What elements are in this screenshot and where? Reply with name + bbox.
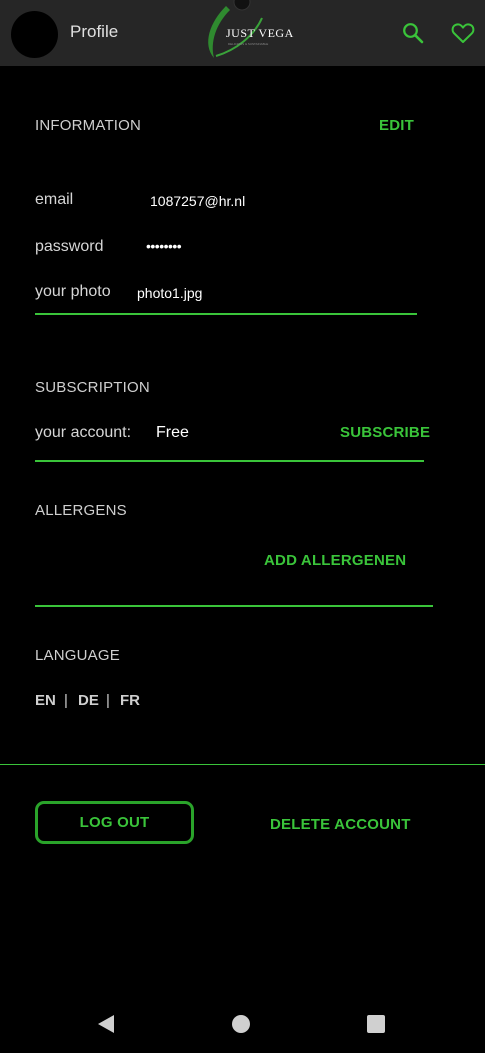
recent-apps-icon[interactable] — [367, 1015, 385, 1033]
edit-button[interactable]: EDIT — [379, 117, 414, 134]
heart-icon[interactable] — [451, 22, 475, 44]
language-option-de[interactable]: DE — [78, 692, 99, 709]
back-icon[interactable] — [96, 1014, 116, 1034]
logo-tagline: DELICIOUS & SUSTAINABLE — [228, 42, 269, 46]
avatar[interactable] — [11, 11, 58, 58]
search-icon[interactable] — [402, 22, 424, 44]
subscription-underline — [35, 460, 424, 462]
language-separator: | — [64, 692, 68, 709]
add-allergens-button[interactable]: ADD ALLERGENEN — [264, 552, 406, 569]
page-title: Profile — [70, 22, 119, 41]
language-separator: | — [106, 692, 110, 709]
allergens-underline — [35, 605, 433, 607]
information-underline — [35, 313, 417, 315]
top-app-bar: Profile JUST VEGA DELICIOUS & SUSTAINABL… — [0, 0, 485, 66]
photo-value: photo1.jpg — [137, 285, 203, 301]
photo-label: your photo — [35, 283, 111, 300]
email-value: 1087257@hr.nl — [150, 193, 246, 209]
delete-account-button[interactable]: DELETE ACCOUNT — [270, 816, 411, 833]
password-label: password — [35, 238, 104, 255]
logo-text: JUST VEGA — [226, 26, 294, 40]
subscription-title: SUBSCRIPTION — [35, 379, 150, 396]
information-title: INFORMATION — [35, 117, 142, 134]
allergens-title: ALLERGENS — [35, 502, 127, 519]
section-divider — [0, 764, 485, 765]
home-icon[interactable] — [232, 1015, 250, 1033]
password-value: •••••••• — [146, 238, 182, 254]
profile-screen: Profile JUST VEGA DELICIOUS & SUSTAINABL… — [0, 0, 485, 1053]
language-option-fr[interactable]: FR — [120, 692, 140, 709]
subscribe-button[interactable]: SUBSCRIBE — [340, 424, 430, 441]
account-value: Free — [156, 424, 189, 441]
email-label: email — [35, 191, 74, 208]
account-label: your account: — [35, 424, 132, 441]
language-title: LANGUAGE — [35, 647, 120, 664]
language-option-en[interactable]: EN — [35, 692, 56, 709]
logout-button[interactable]: LOG OUT — [35, 801, 194, 844]
